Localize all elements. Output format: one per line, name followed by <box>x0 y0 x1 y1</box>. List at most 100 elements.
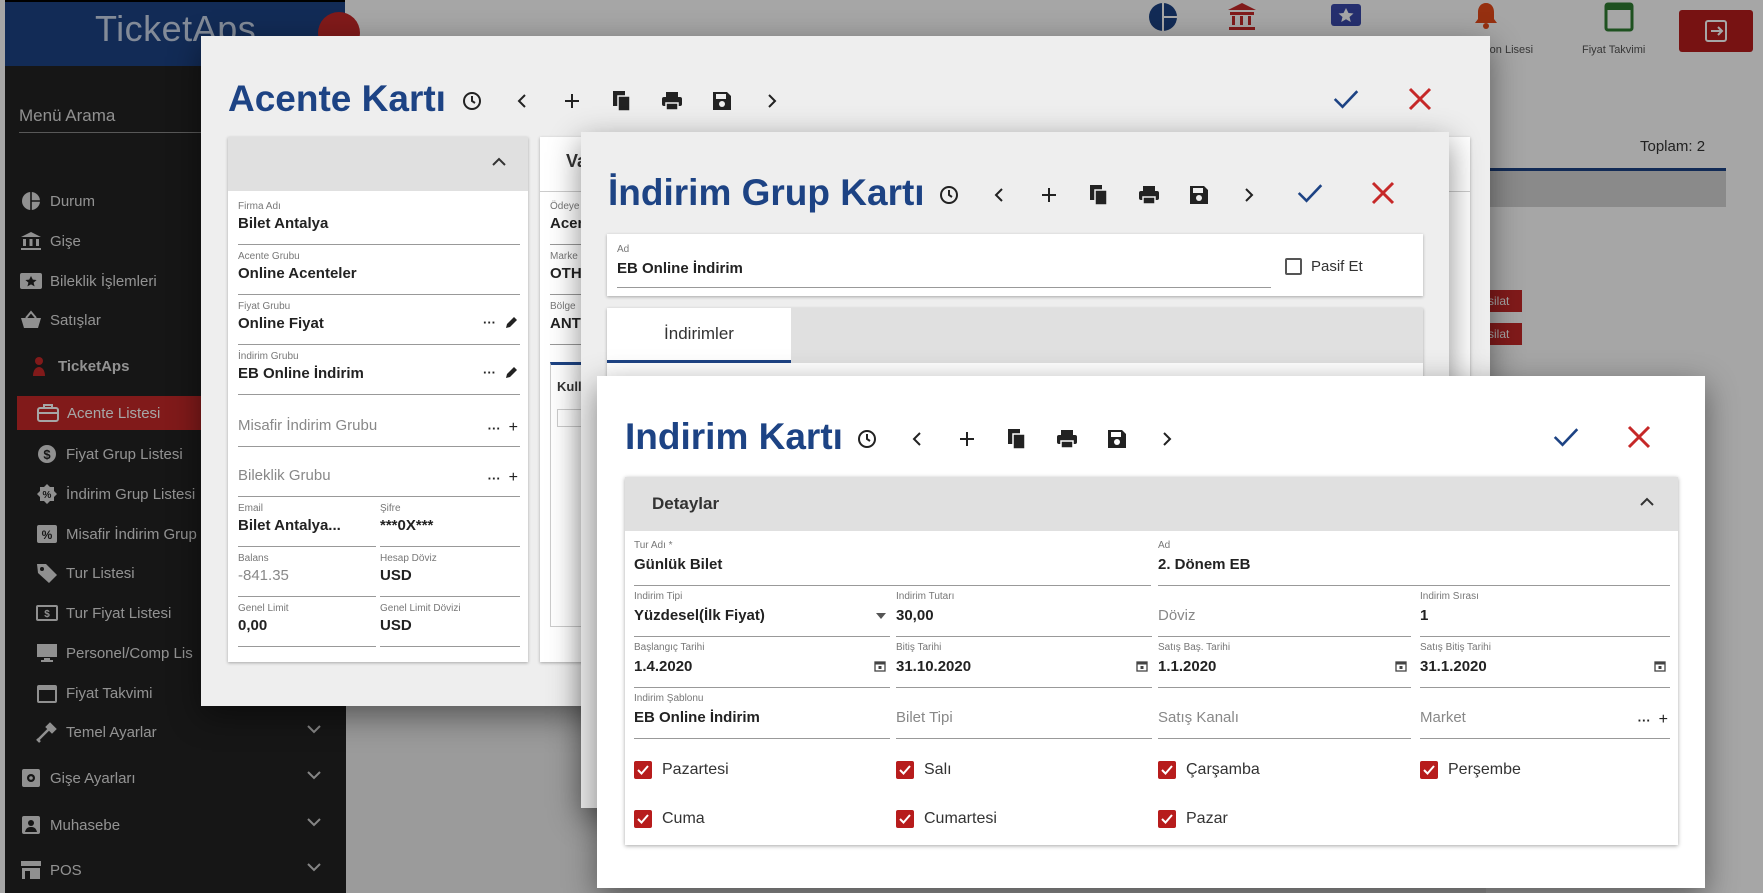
next-icon[interactable] <box>1154 426 1180 452</box>
bilet-tipi-field[interactable]: Bilet Tipi <box>896 693 1152 739</box>
chevron-up-icon <box>1640 497 1654 506</box>
tab-bar: İndirimler <box>607 308 1423 363</box>
satis-bitis-tarihi-field[interactable]: Satış Bitiş Tarihi 31.1.2020 <box>1420 642 1670 688</box>
balans-field[interactable]: Balans -841.35 <box>238 553 376 597</box>
add-icon[interactable]: + <box>509 469 518 487</box>
satis-kanali-field[interactable]: Satış Kanalı <box>1158 693 1411 739</box>
dropdown-arrow-icon <box>876 613 886 619</box>
day-checkbox-pazartesi[interactable]: Pazartesi <box>634 761 729 779</box>
close-icon[interactable] <box>1370 180 1396 206</box>
save-icon[interactable] <box>709 88 735 114</box>
pasif-et-checkbox[interactable]: Pasif Et <box>1285 258 1363 275</box>
more-icon[interactable]: ··· <box>1638 713 1651 728</box>
confirm-icon[interactable] <box>1553 424 1579 450</box>
dialog-title: Acente Kartı <box>228 78 446 119</box>
indirim-grubu-field[interactable]: İndirim Grubu EB Online İndirim ··· <box>238 351 520 395</box>
copy-icon[interactable] <box>1086 182 1112 208</box>
edit-icon <box>506 366 517 378</box>
misafir-indirim-grubu-field[interactable]: Misafir İndirim Grubu ··· + <box>238 405 520 447</box>
bileklik-grubu-field[interactable]: Bileklik Grubu ··· + <box>238 455 520 497</box>
check-icon <box>1158 810 1176 828</box>
day-checkbox-carsamba[interactable]: Çarşamba <box>1158 761 1260 779</box>
doviz-field[interactable]: Döviz <box>1158 591 1411 637</box>
check-icon <box>1158 761 1176 779</box>
add-icon[interactable] <box>1036 182 1062 208</box>
indirim-sablonu-field[interactable]: Indirim Şablonu EB Online İndirim <box>634 693 890 739</box>
day-checkbox-pazar[interactable]: Pazar <box>1158 810 1228 828</box>
day-checkbox-cumartesi[interactable]: Cumartesi <box>896 810 997 828</box>
check-icon <box>896 810 914 828</box>
fiyat-grubu-field[interactable]: Fiyat Grubu Online Fiyat ··· <box>238 301 520 345</box>
section-title: Detaylar <box>652 494 720 513</box>
ad-field[interactable]: Ad EB Online İndirim <box>617 244 1271 288</box>
confirm-icon[interactable] <box>1297 180 1323 206</box>
next-icon[interactable] <box>1236 182 1262 208</box>
add-icon[interactable]: + <box>509 419 518 437</box>
day-checkbox-persembe[interactable]: Perşembe <box>1420 761 1521 779</box>
calendar-icon <box>1395 661 1407 672</box>
previous-icon[interactable] <box>986 182 1012 208</box>
satis-bas-tarihi-field[interactable]: Satış Baş. Tarihi 1.1.2020 <box>1158 642 1411 688</box>
save-icon[interactable] <box>1186 182 1212 208</box>
calendar-icon <box>1136 661 1148 672</box>
more-icon[interactable]: ··· <box>488 471 501 486</box>
indirim-tutari-field[interactable]: Indirim Tutarı 30,00 <box>896 591 1152 637</box>
close-icon[interactable] <box>1407 86 1433 112</box>
copy-icon[interactable] <box>1004 426 1030 452</box>
sifre-field[interactable]: Şifre ***0X*** <box>380 503 520 547</box>
users-header: Kull <box>557 379 582 394</box>
baslangic-tarihi-field[interactable]: Başlangıç Tarihi 1.4.2020 <box>634 642 890 688</box>
grup-info-card: Ad EB Online İndirim Pasif Et <box>607 234 1423 296</box>
copy-icon[interactable] <box>609 88 635 114</box>
day-checkbox-cuma[interactable]: Cuma <box>634 810 705 828</box>
day-checkbox-sali[interactable]: Salı <box>896 761 952 779</box>
print-icon[interactable] <box>659 88 685 114</box>
check-icon <box>1420 761 1438 779</box>
more-icon[interactable]: ··· <box>483 315 496 330</box>
more-icon[interactable]: ··· <box>483 365 496 380</box>
calendar-icon <box>1654 661 1666 672</box>
tab-indirimler[interactable]: İndirimler <box>607 308 791 363</box>
edit-icon <box>506 316 517 328</box>
close-icon[interactable] <box>1626 424 1652 450</box>
dialog-title: İndirim Grup Kartı <box>608 172 925 213</box>
add-icon[interactable]: + <box>1659 711 1668 729</box>
market-field[interactable]: Market ··· + <box>1420 693 1670 739</box>
indirim-karti-dialog: Indirim Kartı Detaylar Tur Adı * Günlük B… <box>597 376 1705 888</box>
email-field[interactable]: Email Bilet Antalya... <box>238 503 376 547</box>
hesap-doviz-field[interactable]: Hesap Döviz USD <box>380 553 520 597</box>
acente-grubu-field[interactable]: Acente Grubu Online Acenteler <box>238 251 520 295</box>
acente-details-card: Firma Adı Bilet Antalya Acente Grubu Onlin… <box>228 137 528 662</box>
print-icon[interactable] <box>1136 182 1162 208</box>
bitis-tarihi-field[interactable]: Bitiş Tarihi 31.10.2020 <box>896 642 1152 688</box>
tur-adi-field[interactable]: Tur Adı * Günlük Bilet <box>634 540 1151 586</box>
detaylar-card: Detaylar Tur Adı * Günlük Bilet Ad 2. Döne… <box>625 477 1678 845</box>
genel-limit-dovizi-field[interactable]: Genel Limit Dövizi USD <box>380 603 520 647</box>
confirm-icon[interactable] <box>1333 86 1359 112</box>
card-header[interactable] <box>228 137 528 191</box>
more-icon[interactable]: ··· <box>488 421 501 436</box>
indirim-tipi-select[interactable]: Indirim Tipi Yüzdesel(İlk Fiyat) <box>634 591 890 637</box>
dialog-title: Indirim Kartı <box>625 416 843 457</box>
firma-adi-field[interactable]: Firma Adı Bilet Antalya <box>238 201 520 245</box>
chevron-up-icon <box>492 157 506 166</box>
indirim-sirasi-field[interactable]: Indirim Sırası 1 <box>1420 591 1670 637</box>
history-icon[interactable] <box>936 182 962 208</box>
previous-icon[interactable] <box>904 426 930 452</box>
ad-field[interactable]: Ad 2. Dönem EB <box>1158 540 1670 586</box>
card-header[interactable]: Detaylar <box>625 477 1678 531</box>
save-icon[interactable] <box>1104 426 1130 452</box>
calendar-icon <box>874 661 886 672</box>
previous-icon[interactable] <box>509 88 535 114</box>
history-icon[interactable] <box>854 426 880 452</box>
genel-limit-field[interactable]: Genel Limit 0,00 <box>238 603 376 647</box>
checkbox-empty-icon <box>1285 258 1302 275</box>
next-icon[interactable] <box>759 88 785 114</box>
check-icon <box>896 761 914 779</box>
print-icon[interactable] <box>1054 426 1080 452</box>
history-icon[interactable] <box>459 88 485 114</box>
add-icon[interactable] <box>559 88 585 114</box>
add-icon[interactable] <box>954 426 980 452</box>
check-icon <box>634 761 652 779</box>
check-icon <box>634 810 652 828</box>
